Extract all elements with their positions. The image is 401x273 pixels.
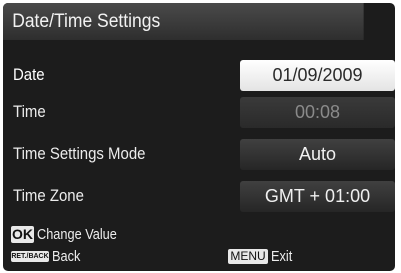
back-hint: RET./BACK Back	[11, 248, 85, 266]
ok-key-icon: OK	[11, 226, 34, 244]
ok-hint: OK Change Value	[11, 226, 131, 244]
time-zone-row[interactable]: Time Zone GMT + 01:00	[3, 178, 395, 214]
time-settings-mode-value[interactable]: Auto	[240, 139, 395, 170]
back-key-icon: RET./BACK	[11, 251, 49, 263]
time-zone-value[interactable]: GMT + 01:00	[240, 181, 395, 212]
time-row[interactable]: Time 00:08	[3, 94, 395, 130]
menu-hint-text: Exit	[271, 248, 293, 266]
time-settings-mode-row[interactable]: Time Settings Mode Auto	[3, 136, 395, 172]
ok-hint-text: Change Value	[37, 226, 117, 244]
key-hints-footer: OK Change Value RET./BACK Back MENU Exit	[3, 219, 395, 271]
menu-hint: MENU Exit	[228, 248, 296, 266]
date-value[interactable]: 01/09/2009	[240, 60, 395, 91]
menu-key-icon: MENU	[228, 249, 268, 265]
time-value[interactable]: 00:08	[240, 97, 395, 128]
time-zone-label: Time Zone	[13, 186, 84, 205]
time-label: Time	[13, 102, 46, 121]
back-hint-text: Back	[52, 248, 81, 266]
date-label: Date	[13, 65, 45, 84]
settings-panel: Date/Time Settings Date 01/09/2009 Time …	[3, 3, 395, 271]
page-title: Date/Time Settings	[3, 3, 364, 40]
time-settings-mode-label: Time Settings Mode	[13, 144, 146, 163]
date-row[interactable]: Date 01/09/2009	[3, 57, 395, 93]
